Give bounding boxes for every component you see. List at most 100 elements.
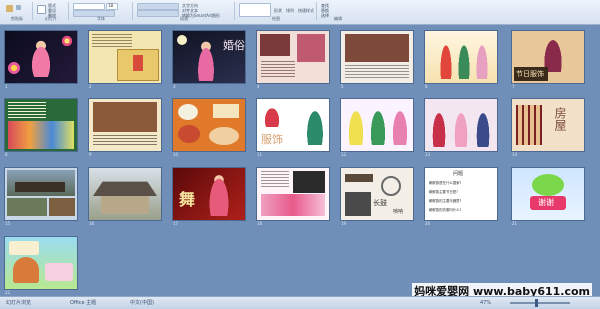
- slide-thumb-13[interactable]: [425, 99, 497, 151]
- new-slide-icon[interactable]: [37, 5, 46, 14]
- slide-number: 1: [5, 84, 8, 89]
- editing-group: 查找 替换 选择 编辑: [318, 2, 358, 21]
- slide-thumb-21[interactable]: 谢谢: [512, 168, 584, 220]
- slide-thumb-11[interactable]: 服饰: [257, 99, 329, 151]
- font-size-field[interactable]: 18: [106, 3, 118, 10]
- slide-title: 问题: [453, 171, 464, 177]
- flower-decoration: [61, 35, 73, 47]
- slide-thumb-10[interactable]: [173, 99, 245, 151]
- costume-figure: [305, 105, 325, 145]
- ceremony-photo: [345, 34, 409, 62]
- slide-subtitle: 唢呐: [393, 209, 404, 215]
- slide-thumb-15[interactable]: [5, 168, 77, 220]
- slide-title: 节日服饰: [516, 70, 544, 78]
- slide-thumb-1[interactable]: [5, 31, 77, 83]
- arrange-button[interactable]: 排列: [286, 8, 294, 13]
- slide-thumb-9[interactable]: [89, 99, 161, 151]
- house-photo: [49, 198, 75, 216]
- ribbon: 剪贴板 版式 重设 删除 幻灯片 18 字体 文字方向 对齐文本 转换为Smar…: [0, 0, 600, 25]
- slide-title: 房屋: [553, 107, 567, 131]
- slide-thumb-22[interactable]: [5, 237, 77, 289]
- food-dish: [178, 104, 198, 120]
- slide-number: 5: [341, 84, 344, 89]
- text-block: [45, 263, 73, 281]
- slide-sorter-grid: 1 2 婚俗 3 4 5 6 节日服饰 7 8 9 10 服饰 11 12 13…: [0, 24, 600, 295]
- slide-number: 2: [89, 84, 92, 89]
- clipboard-group: 剪贴板: [2, 2, 33, 21]
- slide-title: 婚俗: [223, 39, 245, 52]
- mushroom-house: [13, 257, 39, 283]
- slide-number: 19: [341, 221, 347, 226]
- costume-figure: [475, 107, 491, 147]
- slide-number: 7: [512, 84, 515, 89]
- font-name-field[interactable]: [73, 3, 105, 10]
- list-buttons[interactable]: [137, 3, 179, 10]
- slide-number: 11: [257, 152, 263, 157]
- slide-thumb-18[interactable]: [257, 168, 329, 220]
- food-dish: [178, 125, 200, 143]
- slide-thumb-2[interactable]: [89, 31, 161, 83]
- zoom-level[interactable]: 47%: [480, 298, 491, 308]
- slide-thumb-20[interactable]: 问题 朝鲜族是在什么国家? 朝鲜族主要节日是? 朝鲜族的主要乐器是? 朝鲜族的衣…: [425, 168, 497, 220]
- drawing-group-label: 绘图: [272, 16, 280, 21]
- zoom-slider-thumb[interactable]: [535, 299, 538, 307]
- cut-icon[interactable]: [16, 5, 21, 10]
- bride-figure: [195, 39, 217, 81]
- slide-thumb-17[interactable]: 舞: [173, 168, 245, 220]
- slide-title: 谢谢: [538, 198, 554, 207]
- slide-number: 17: [173, 221, 179, 226]
- slide-number: 14: [512, 152, 518, 157]
- language-label[interactable]: 中文(中国): [130, 298, 154, 308]
- text-block: [9, 241, 39, 255]
- question-line: 朝鲜族是在什么国家?: [429, 181, 462, 185]
- zoom-slider[interactable]: [510, 302, 570, 304]
- house-photo: [7, 198, 47, 216]
- slide-title: 舞: [179, 190, 196, 209]
- costume-figure: [369, 105, 387, 145]
- slide-thumb-3[interactable]: 婚俗: [173, 31, 245, 83]
- theme-label: Office 主题: [70, 300, 97, 306]
- costume-figure: [431, 107, 447, 147]
- instrument-image: [345, 192, 371, 216]
- dancer-figure: [207, 172, 231, 216]
- festival-photo: [8, 121, 74, 149]
- slide-thumb-16[interactable]: [89, 168, 161, 220]
- quick-styles-button[interactable]: 快速样式: [298, 8, 314, 13]
- slide-number: 18: [257, 221, 263, 226]
- status-bar: 幻灯片浏览 Office 主题 中文(中国) 47%: [0, 296, 600, 309]
- dance-photo: [261, 194, 325, 216]
- slide-thumb-19[interactable]: 长鼓 唢呐: [341, 168, 413, 220]
- text-block: [261, 171, 289, 189]
- question-line: 朝鲜族的衣服叫什么?: [429, 208, 462, 212]
- slide-thumb-8[interactable]: [5, 99, 77, 151]
- view-mode-label: 幻灯片浏览: [6, 300, 32, 306]
- text-block: [93, 135, 157, 147]
- slide-thumb-14[interactable]: 房屋: [512, 99, 584, 151]
- slide-number: 10: [173, 152, 179, 157]
- slide-number: 6: [425, 84, 428, 89]
- costume-figure: [391, 105, 409, 145]
- wedding-photo: [260, 34, 290, 56]
- shapes-gallery[interactable]: [239, 3, 271, 17]
- editing-group-label: 编辑: [334, 16, 342, 21]
- house-wall: [101, 196, 149, 214]
- shapes-button[interactable]: 形状: [274, 8, 282, 13]
- slide-number: 3: [173, 84, 176, 89]
- costume-figure: [453, 107, 469, 147]
- slide-thumb-6[interactable]: [425, 31, 497, 83]
- clipboard-group-label: 剪贴板: [11, 16, 23, 21]
- slide-number: 22: [5, 290, 11, 295]
- costume-figure: [475, 39, 489, 79]
- slide-number: 15: [5, 221, 11, 226]
- slide-thumb-4[interactable]: [257, 31, 329, 83]
- slide-thumb-12[interactable]: [341, 99, 413, 151]
- slide-thumb-5[interactable]: [341, 31, 413, 83]
- slide-number: 4: [257, 84, 260, 89]
- costume-figure: [457, 39, 471, 79]
- slide-number: 12: [341, 152, 347, 157]
- dancer-figure: [27, 37, 55, 77]
- slides-group-label: 幻灯片: [45, 16, 57, 21]
- flower-decoration: [7, 61, 21, 75]
- paste-icon[interactable]: [6, 5, 13, 12]
- slide-thumb-7[interactable]: 节日服饰: [512, 31, 584, 83]
